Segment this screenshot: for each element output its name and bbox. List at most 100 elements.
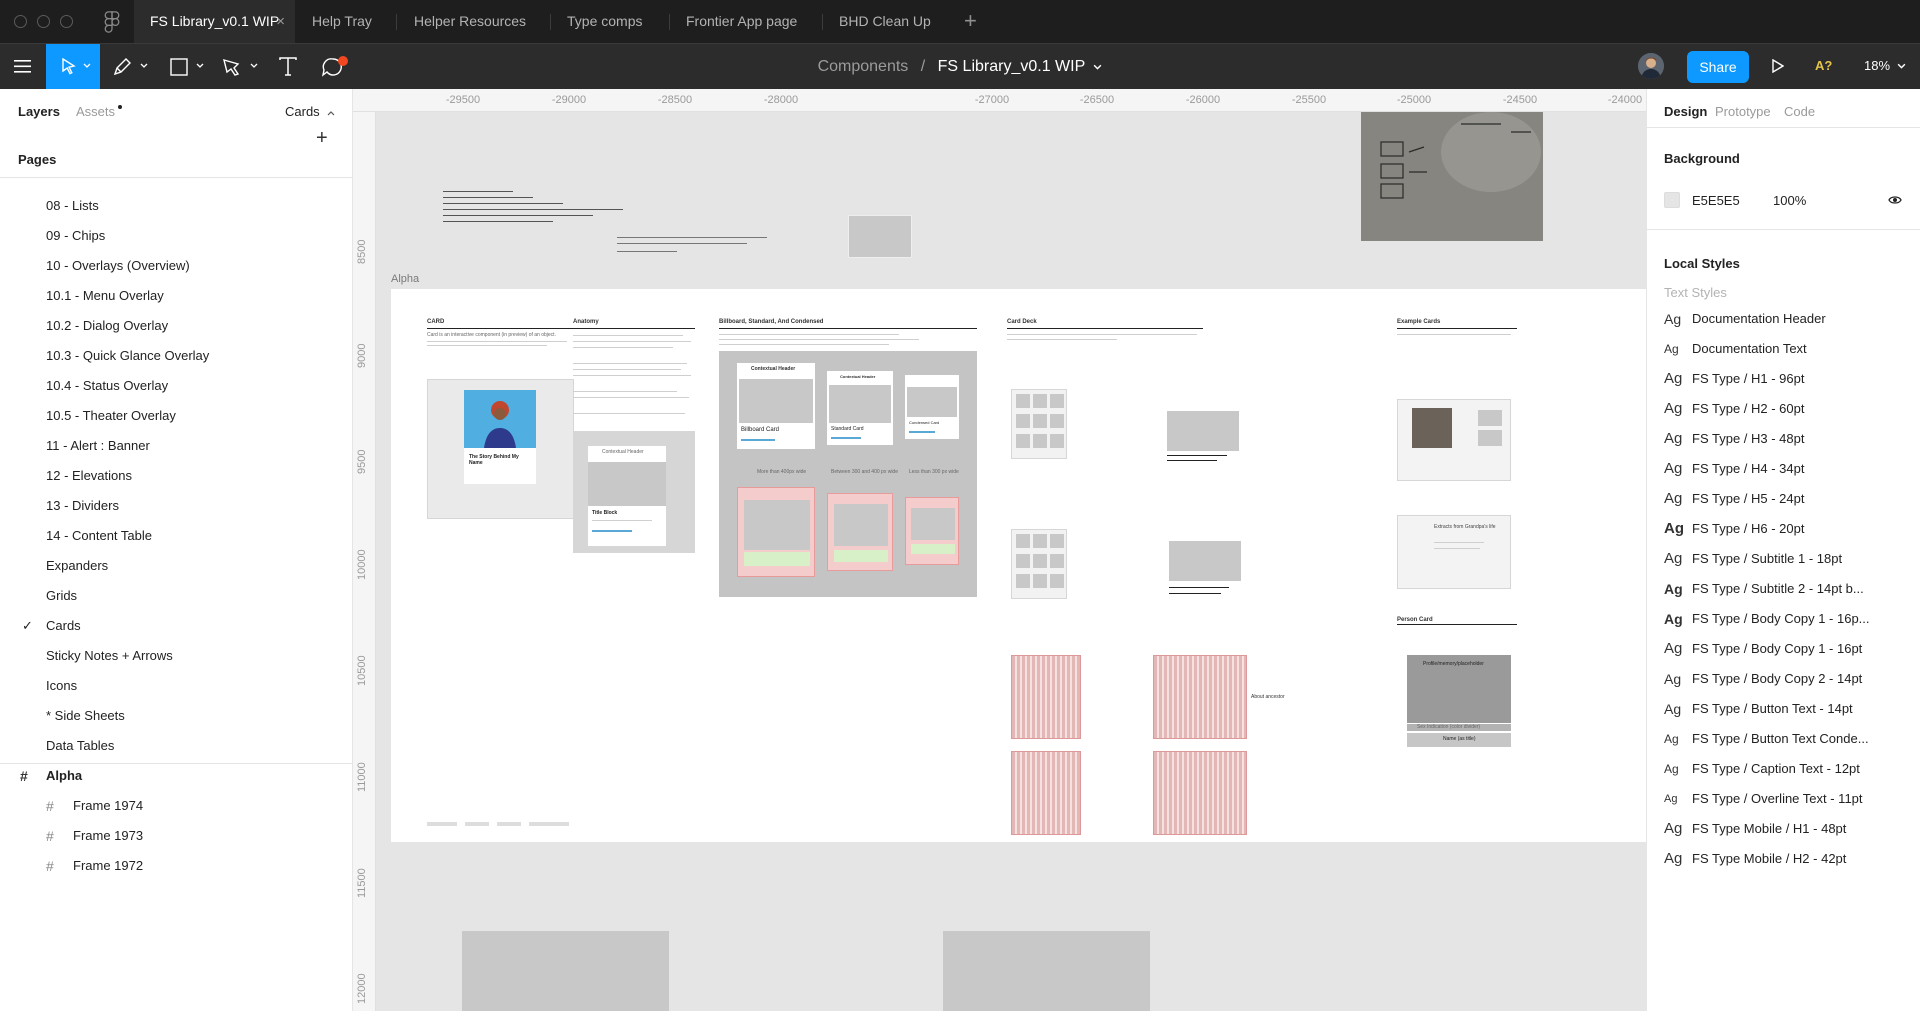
standard-spacing-spec[interactable] — [827, 493, 893, 571]
person-card-media[interactable]: Profile/memory/placeholder — [1407, 655, 1511, 723]
card-deck-grid[interactable] — [1011, 529, 1067, 599]
responsive-grid-spec[interactable] — [1011, 655, 1081, 739]
page-item[interactable]: Icons — [0, 671, 352, 701]
frame-alpha[interactable]: CARD Card is an interactive component (i… — [391, 289, 1646, 842]
text-style-item[interactable]: Ag FS Type / H1 - 96pt — [1647, 364, 1920, 394]
text-style-item[interactable]: Ag FS Type / H5 - 24pt — [1647, 484, 1920, 514]
note-text-block[interactable] — [617, 237, 767, 253]
eye-icon[interactable] — [1888, 195, 1902, 205]
text-style-item[interactable]: Ag FS Type / Subtitle 2 - 14pt b... — [1647, 574, 1920, 604]
page-item[interactable]: * Side Sheets — [0, 701, 352, 731]
background-hex-input[interactable]: E5E5E5 — [1692, 193, 1740, 208]
example-card-frame[interactable]: The Story Behind My Name — [427, 379, 574, 519]
text-style-item[interactable]: Ag FS Type / Body Copy 2 - 14pt — [1647, 664, 1920, 694]
page-item[interactable]: Expanders — [0, 551, 352, 581]
current-page-dropdown[interactable]: Cards — [285, 104, 335, 119]
card-deck-spec-image[interactable] — [1167, 411, 1239, 451]
billboard-spacing-spec[interactable] — [737, 487, 815, 577]
example-photo-card[interactable] — [1397, 399, 1511, 481]
play-icon[interactable] — [1772, 59, 1784, 73]
layer-frame[interactable]: # Frame 1973 — [0, 821, 352, 851]
page-item[interactable]: Grids — [0, 581, 352, 611]
standard-card[interactable]: Contextual Header Standard Card — [827, 371, 893, 445]
responsive-grid-spec[interactable] — [1153, 751, 1247, 835]
card-deck-spec-image[interactable] — [1169, 541, 1241, 581]
note-text-block[interactable] — [443, 189, 623, 229]
tab-frontier-app-page[interactable]: Frontier App page — [670, 0, 822, 43]
page-item[interactable]: 13 - Dividers — [0, 491, 352, 521]
page-item[interactable]: 11 - Alert : Banner — [0, 431, 352, 461]
avatar[interactable] — [1638, 53, 1664, 79]
background-opacity-input[interactable]: 100% — [1773, 193, 1806, 208]
whiteboard-photo[interactable] — [1361, 112, 1543, 241]
move-tool-button[interactable] — [46, 44, 100, 90]
responsive-grid-spec[interactable] — [1011, 751, 1081, 835]
text-style-item[interactable]: Ag FS Type Mobile / H1 - 48pt — [1647, 814, 1920, 844]
frame-tool-button[interactable] — [160, 44, 210, 90]
zoom-menu[interactable]: 18% — [1864, 58, 1906, 73]
page-item[interactable]: Sticky Notes + Arrows — [0, 641, 352, 671]
tab-code[interactable]: Code — [1784, 104, 1815, 119]
layer-frame-alpha[interactable]: # Alpha — [0, 761, 352, 791]
window-minimize-button[interactable] — [37, 15, 50, 28]
tab-layers[interactable]: Layers — [18, 104, 60, 119]
text-style-item[interactable]: Ag FS Type / H3 - 48pt — [1647, 424, 1920, 454]
tab-design[interactable]: Design — [1664, 104, 1707, 119]
canvas[interactable]: -29500 -29000 -28500 -28000 -27000 -2650… — [353, 89, 1646, 1011]
window-close-button[interactable] — [14, 15, 27, 28]
text-style-item[interactable]: Ag FS Type / Body Copy 1 - 16p... — [1647, 604, 1920, 634]
page-item[interactable]: 10.4 - Status Overlay — [0, 371, 352, 401]
card-deck-grid[interactable] — [1011, 389, 1067, 459]
tab-prototype[interactable]: Prototype — [1715, 104, 1771, 119]
text-style-item[interactable]: Ag FS Type / Button Text - 14pt — [1647, 694, 1920, 724]
page-item[interactable]: 10.3 - Quick Glance Overlay — [0, 341, 352, 371]
page-item[interactable]: 14 - Content Table — [0, 521, 352, 551]
vector-tool-button[interactable] — [214, 44, 266, 90]
text-style-item[interactable]: Ag Documentation Text — [1647, 334, 1920, 364]
page-item[interactable]: Data Tables — [0, 731, 352, 761]
tab-bhd-clean-up[interactable]: BHD Clean Up — [823, 0, 951, 43]
comment-tool-button[interactable] — [314, 44, 354, 90]
tab-assets[interactable]: Assets — [76, 104, 115, 119]
page-item[interactable]: 10.2 - Dialog Overlay — [0, 311, 352, 341]
page-item[interactable]: 08 - Lists — [0, 191, 352, 221]
breadcrumb-project[interactable]: Components — [818, 58, 909, 75]
page-item[interactable]: 12 - Elevations — [0, 461, 352, 491]
pen-tool-button[interactable] — [104, 44, 156, 90]
condensed-card[interactable]: Condensed Card — [905, 375, 959, 439]
text-style-item[interactable]: Ag FS Type / H6 - 20pt — [1647, 514, 1920, 544]
billboard-card[interactable]: Contextual Header Billboard Card — [737, 363, 815, 449]
extracts-card[interactable]: Extracts from Grandpa's life — [1397, 515, 1511, 589]
text-style-item[interactable]: Ag Documentation Header — [1647, 304, 1920, 334]
share-button[interactable]: Share — [1687, 51, 1749, 83]
page-item[interactable]: 10 - Overlays (Overview) — [0, 251, 352, 281]
new-tab-button[interactable]: + — [964, 0, 977, 41]
tab-type-comps[interactable]: Type comps — [551, 0, 669, 43]
condensed-spacing-spec[interactable] — [905, 497, 959, 565]
frame-label[interactable]: Alpha — [391, 273, 419, 285]
window-maximize-button[interactable] — [60, 15, 73, 28]
breadcrumb-file-name[interactable]: FS Library_v0.1 WIP — [938, 58, 1085, 75]
card-types-board[interactable]: Contextual Header Billboard Card Context… — [719, 351, 977, 597]
page-item[interactable]: 10.1 - Menu Overlay — [0, 281, 352, 311]
text-style-item[interactable]: Ag FS Type / Button Text Conde... — [1647, 724, 1920, 754]
figma-logo-icon[interactable] — [103, 11, 121, 33]
page-item[interactable]: 10.5 - Theater Overlay — [0, 401, 352, 431]
background-color-swatch[interactable] — [1664, 192, 1680, 208]
add-page-button[interactable]: + — [316, 127, 328, 150]
story-card[interactable]: The Story Behind My Name — [464, 390, 536, 484]
text-style-item[interactable]: Ag FS Type Mobile / H2 - 42pt — [1647, 844, 1920, 874]
chevron-down-icon[interactable] — [1093, 64, 1102, 71]
text-style-item[interactable]: Ag FS Type / H2 - 60pt — [1647, 394, 1920, 424]
tab-fs-library[interactable]: FS Library_v0.1 WIP × — [134, 0, 295, 43]
frame-placeholder[interactable] — [462, 931, 669, 1011]
text-style-item[interactable]: Ag FS Type / Caption Text - 12pt — [1647, 754, 1920, 784]
layer-frame[interactable]: # Frame 1974 — [0, 791, 352, 821]
layer-frame[interactable]: # Frame 1972 — [0, 851, 352, 881]
text-tool-button[interactable] — [270, 44, 306, 90]
close-icon[interactable]: × — [276, 0, 285, 43]
text-style-item[interactable]: Ag FS Type / Subtitle 1 - 18pt — [1647, 544, 1920, 574]
frame-placeholder[interactable] — [943, 931, 1150, 1011]
main-menu-button[interactable] — [0, 44, 44, 90]
responsive-grid-spec[interactable] — [1153, 655, 1247, 739]
